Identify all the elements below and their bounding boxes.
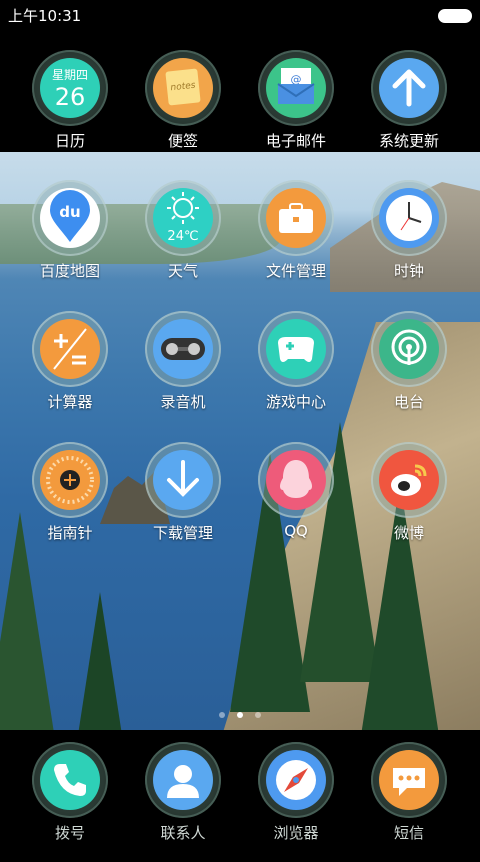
compass-icon [40,450,100,510]
app-clock[interactable]: 时钟 [354,180,464,300]
app-label: 浏览器 [273,824,319,842]
penguin-icon [266,450,326,510]
calendar-icon: 星期四 26 [40,58,100,118]
status-time: 上午10:31 [8,7,82,25]
person-icon [153,750,213,810]
page-dot[interactable] [219,712,225,718]
app-label: 游戏中心 [265,393,326,411]
app-label: QQ [284,522,308,540]
app-calculator[interactable]: 计算器 [15,311,125,431]
app-label: 联系人 [160,824,206,842]
app-label: 指南针 [47,524,93,542]
sun-icon: 24℃ [153,188,213,248]
app-label: 下载管理 [152,524,213,542]
calculator-icon [40,319,100,379]
dock-dialer[interactable]: 拨号 [15,742,125,862]
app-email[interactable]: @ 电子邮件 [241,50,351,170]
app-label: 百度地图 [39,262,100,280]
app-label: 系统更新 [378,132,439,150]
app-system-update[interactable]: 系统更新 [354,50,464,170]
app-notes[interactable]: notes 便签 [128,50,238,170]
dock-sms[interactable]: 短信 [354,742,464,862]
app-label: 电台 [393,393,424,411]
calendar-weekday: 星期四 [51,68,88,82]
envelope-icon: @ [266,58,326,118]
app-label: 时钟 [393,262,424,280]
app-weather[interactable]: 24℃ 天气 [128,180,238,300]
app-file-manager[interactable]: 文件管理 [241,180,351,300]
app-label: 文件管理 [265,262,326,280]
map-pin-icon: du [40,188,100,248]
app-calendar[interactable]: 星期四 26 日历 [15,50,125,170]
page-dot-active[interactable] [237,712,243,718]
app-game-center[interactable]: 游戏中心 [241,311,351,431]
app-qq[interactable]: QQ [241,442,351,562]
app-label: 拨号 [54,824,85,842]
app-label: 录音机 [160,393,206,411]
page-dot[interactable] [255,712,261,718]
clock-icon [379,188,439,248]
svg-text:24℃: 24℃ [167,229,198,244]
app-label: 电子邮件 [265,132,326,150]
dock-browser[interactable]: 浏览器 [241,742,351,862]
app-label: 短信 [393,824,424,842]
compass-browser-icon [266,750,326,810]
battery-icon [438,9,472,23]
calendar-day: 26 [54,83,86,111]
app-weibo[interactable]: 微博 [354,442,464,562]
radio-icon [379,319,439,379]
app-compass[interactable]: 指南针 [15,442,125,562]
arrow-up-icon [379,58,439,118]
phone-icon [40,750,100,810]
app-download-manager[interactable]: 下载管理 [128,442,238,562]
app-recorder[interactable]: 录音机 [128,311,238,431]
page-indicator [0,703,480,718]
app-label: 微博 [393,524,424,542]
status-bar: 上午10:31 [0,0,480,30]
chat-bubble-icon [379,750,439,810]
app-label: 便签 [167,132,198,150]
app-label: 日历 [54,132,85,150]
app-radio[interactable]: 电台 [354,311,464,431]
gamepad-icon [266,319,326,379]
briefcase-icon [266,188,326,248]
cassette-icon [153,319,213,379]
notes-icon: notes [153,58,213,118]
app-baidu-map[interactable]: du 百度地图 [15,180,125,300]
svg-text:du: du [59,203,80,221]
arrow-down-icon [153,450,213,510]
app-label: 天气 [167,262,198,280]
dock-contacts[interactable]: 联系人 [128,742,238,862]
weibo-icon [379,450,439,510]
app-label: 计算器 [47,393,93,411]
